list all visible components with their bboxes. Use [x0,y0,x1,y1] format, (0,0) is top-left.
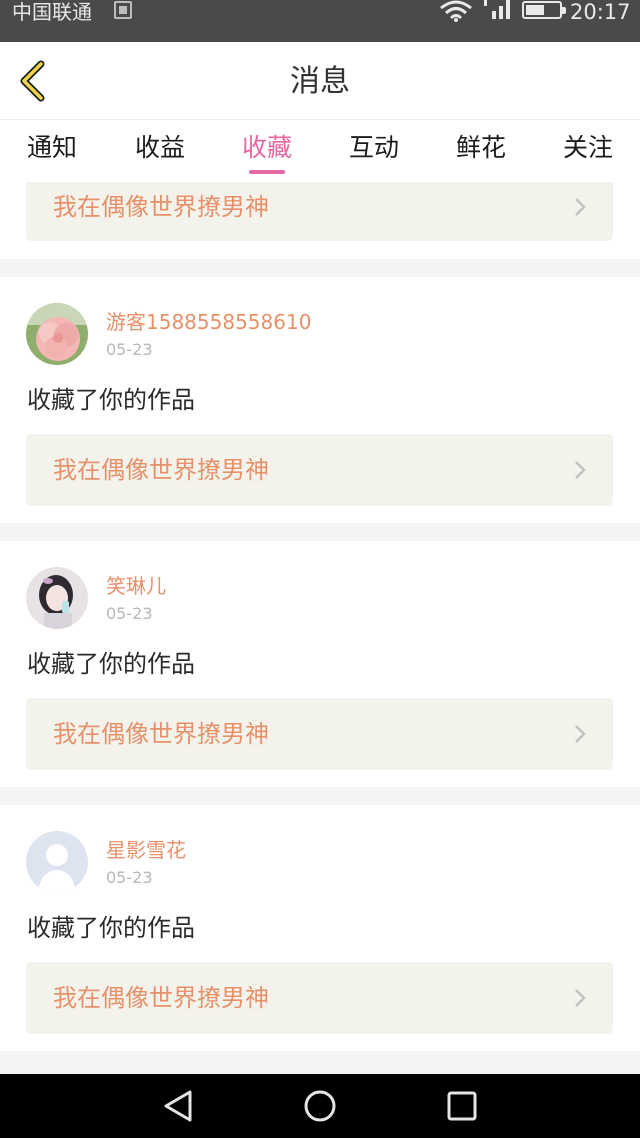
action-text: 收藏了你的作品 [27,386,195,414]
wifi-icon [440,0,472,22]
work-link[interactable]: 我在偶像世界撩男神 [26,698,613,770]
battery-level [526,5,544,15]
tab-interaction[interactable]: 互动 [334,130,414,166]
tab-favorites[interactable]: 收藏 [227,130,307,166]
circle-home-icon[interactable] [302,1088,338,1124]
page-title: 消息 [290,64,350,99]
tab-notice[interactable]: 通知 [12,130,92,166]
work-title: 我在偶像世界撩男神 [53,984,269,1012]
notification-card-partial: 我在偶像世界撩男神 [0,182,640,259]
action-text: 收藏了你的作品 [27,650,195,678]
tab-earnings[interactable]: 收益 [120,130,200,166]
triangle-back-icon[interactable] [160,1088,196,1124]
notification-card: 游客1588558558610 05-23 收藏了你的作品 我在偶像世界撩男神 [0,277,640,523]
username[interactable]: 笑琳儿 [106,573,166,599]
work-title: 我在偶像世界撩男神 [53,193,269,221]
girl-photo-avatar-icon [26,567,88,629]
chevron-right-icon [575,461,586,479]
work-link[interactable]: 我在偶像世界撩男神 [26,434,613,506]
tab-flowers[interactable]: 鲜花 [441,130,521,166]
square-recents-icon[interactable] [444,1088,480,1124]
action-text: 收藏了你的作品 [27,914,195,942]
system-nav-bar [0,1074,640,1138]
battery-icon [522,1,566,19]
flower-avatar-icon [26,303,88,365]
image-notification-icon [114,1,132,19]
header: 消息 [0,42,640,120]
timestamp: 05-23 [106,604,153,623]
username[interactable]: 游客1588558558610 [106,309,311,335]
signal-icon [484,0,510,19]
notification-card: 星影雪花 05-23 收藏了你的作品 我在偶像世界撩男神 [0,805,640,1051]
timestamp: 05-23 [106,868,153,887]
work-link[interactable]: 我在偶像世界撩男神 [26,962,613,1034]
chevron-right-icon [575,198,586,216]
active-tab-indicator [249,170,285,174]
avatar[interactable] [26,567,88,629]
chevron-right-icon [575,989,586,1007]
avatar[interactable] [26,831,88,893]
status-bar: 中国联通 20:17 [0,0,640,42]
avatar[interactable] [26,303,88,365]
notification-card: 笑琳儿 05-23 收藏了你的作品 我在偶像世界撩男神 [0,541,640,787]
carrier-name: 中国联通 [12,0,92,24]
work-title: 我在偶像世界撩男神 [53,456,269,484]
clock: 20:17 [570,0,631,24]
work-title: 我在偶像世界撩男神 [53,720,269,748]
default-user-avatar-icon [26,831,88,893]
tab-bar: 通知 收益 收藏 互动 鲜花 关注 [0,120,640,182]
tab-follow[interactable]: 关注 [548,130,628,166]
timestamp: 05-23 [106,340,153,359]
work-link[interactable]: 我在偶像世界撩男神 [26,182,613,241]
chevron-right-icon [575,725,586,743]
username[interactable]: 星影雪花 [106,837,186,863]
